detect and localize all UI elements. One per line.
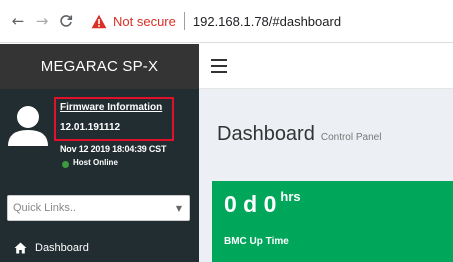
bmc-uptime-tile[interactable]: 0 d 0 hrs BMC Up Time: [212, 181, 453, 262]
url-text[interactable]: 192.168.1.78/#dashboard: [193, 14, 341, 29]
uptime-display: 0 d 0 hrs: [224, 189, 301, 219]
user-panel: Firmware Information 12.01.191112 Nov 12…: [0, 96, 199, 176]
page-title: Dashboard Control Panel: [217, 123, 381, 146]
quick-links-select[interactable]: Quick Links.. ▼: [7, 195, 190, 221]
uptime-value: 0 d 0: [224, 191, 277, 217]
firmware-information-link[interactable]: Firmware Information: [60, 102, 162, 113]
main-content: Dashboard Control Panel 0 d 0 hrs BMC Up…: [199, 89, 453, 262]
main-header: [199, 44, 453, 89]
brand-logo-text[interactable]: MEGARAC SP-X: [0, 44, 199, 89]
address-bar[interactable]: Not secure 192.168.1.78/#dashboard: [91, 7, 341, 35]
firmware-build-date: Nov 12 2019 18:04:39 CST: [60, 144, 167, 154]
warning-triangle-icon[interactable]: [91, 14, 107, 29]
tile-label: BMC Up Time: [224, 236, 289, 247]
sidebar-item-label: Dashboard: [35, 242, 89, 254]
user-avatar-icon: [8, 104, 48, 146]
page-subtitle: Control Panel: [320, 132, 382, 143]
firmware-version: 12.01.191112: [60, 122, 121, 133]
browser-toolbar: ← → Not secure 192.168.1.78/#dashboard: [0, 0, 453, 43]
host-status-text: Host Online: [73, 158, 118, 167]
page-title-text: Dashboard: [217, 123, 315, 145]
host-online-status-icon: [62, 161, 69, 168]
sidebar-item-dashboard[interactable]: Dashboard: [0, 234, 199, 262]
quick-links-placeholder: Quick Links..: [13, 202, 76, 214]
back-arrow-icon[interactable]: ←: [9, 12, 27, 30]
address-divider: [183, 12, 185, 30]
chevron-down-icon: ▼: [175, 203, 182, 213]
home-icon: [14, 242, 28, 254]
menu-toggle-icon[interactable]: [211, 59, 227, 73]
security-status-label[interactable]: Not secure: [113, 14, 176, 29]
sidebar: MEGARAC SP-X Firmware Information 12.01.…: [0, 44, 199, 262]
forward-arrow-icon[interactable]: →: [33, 12, 51, 30]
reload-icon[interactable]: [57, 12, 75, 30]
uptime-unit: hrs: [280, 189, 301, 204]
